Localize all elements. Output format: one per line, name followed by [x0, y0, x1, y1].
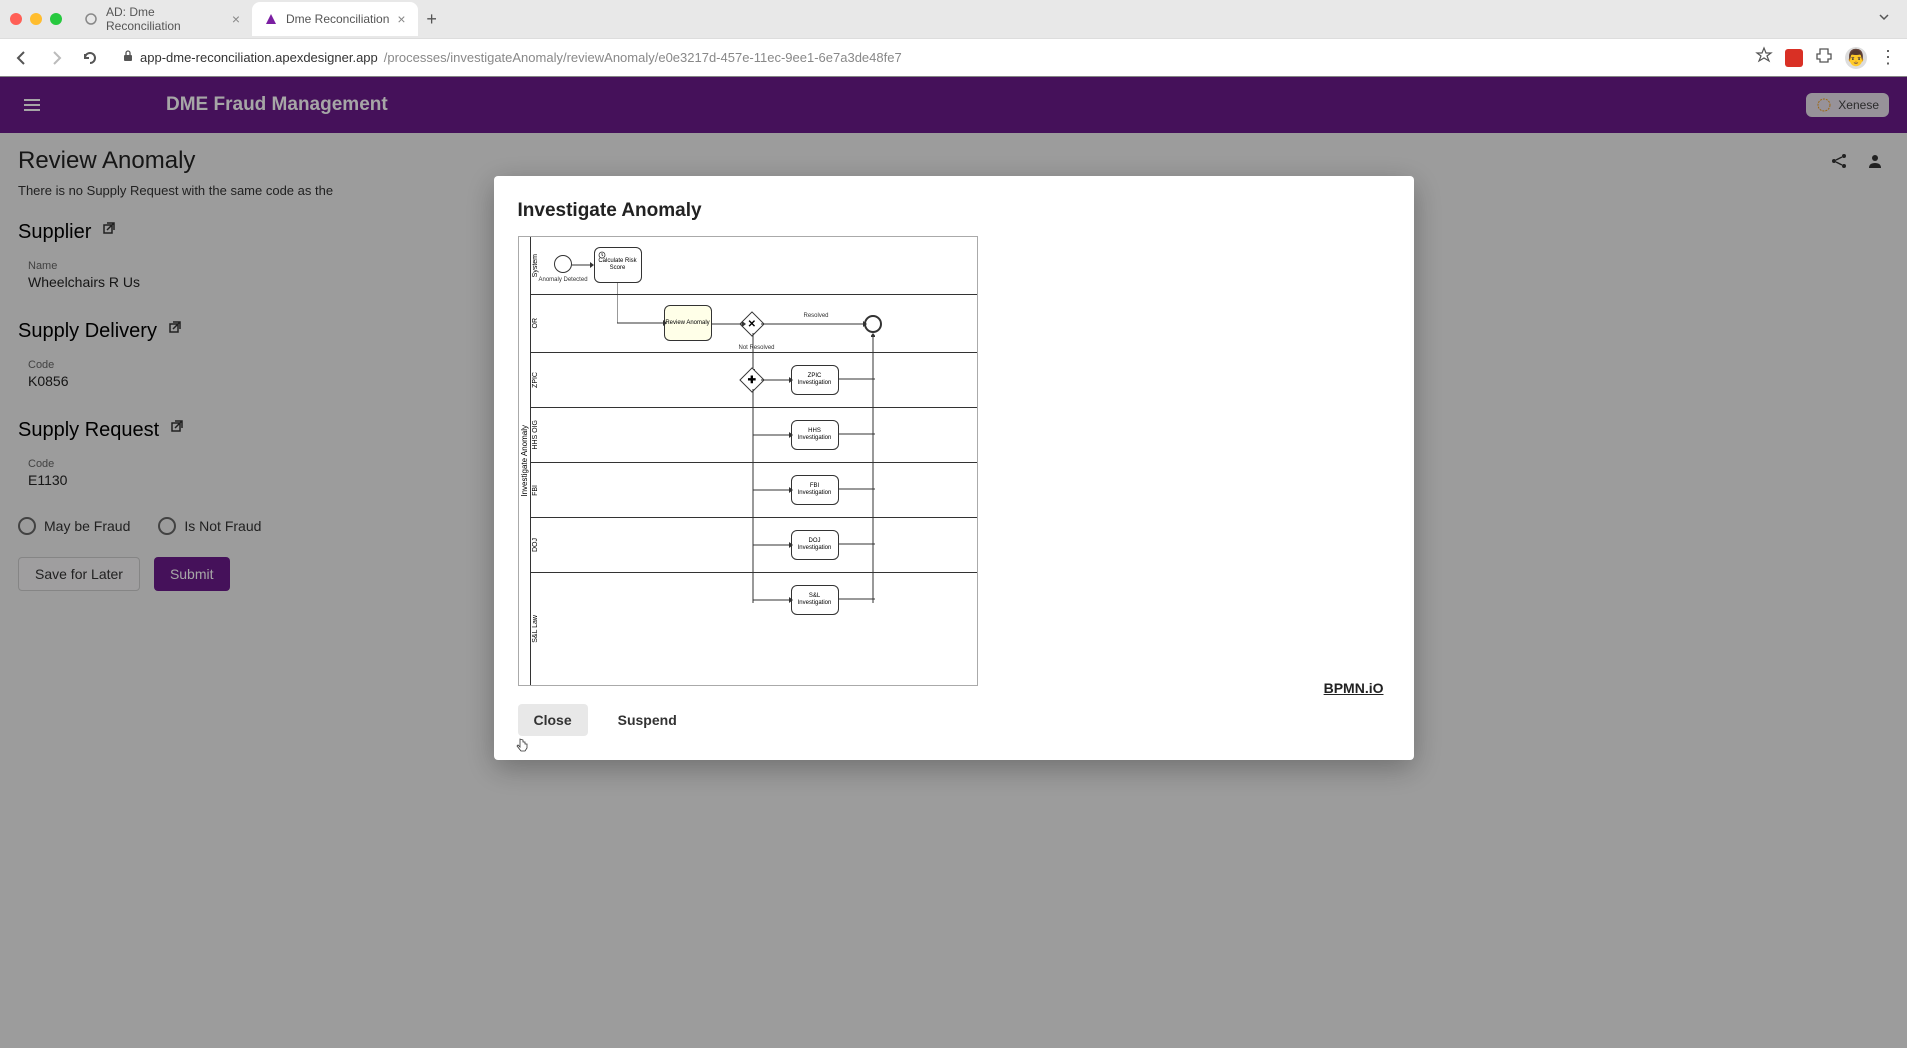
modal-overlay[interactable]: Investigate Anomaly Investigate Anomaly … — [0, 76, 1907, 1048]
not-resolved-label: Not Resolved — [739, 345, 775, 351]
lane-doj: DOJ — [532, 538, 539, 552]
new-tab-button[interactable]: + — [418, 5, 446, 33]
lane-or: OR — [532, 318, 539, 329]
tab-title-1: AD: Dme Reconciliation — [106, 5, 224, 33]
lane-zpic: ZPIC — [532, 372, 539, 388]
task-sl: S&L Investigation — [791, 585, 839, 615]
task-review-anomaly: Review Anomaly — [664, 305, 712, 341]
url-domain: app-dme-reconciliation.apexdesigner.app — [140, 50, 378, 65]
maximize-window-button[interactable] — [50, 13, 62, 25]
start-event-label: Anomaly Detected — [539, 277, 588, 283]
cursor-icon — [514, 737, 530, 756]
bpmn-diagram[interactable]: Investigate Anomaly System OR ZPIC — [518, 236, 978, 686]
task-fbi: FBI Investigation — [791, 475, 839, 505]
pool-label: Investigate Anomaly — [520, 425, 529, 497]
tab-close-1[interactable]: × — [232, 11, 240, 27]
task-hhs: HHS Investigation — [791, 420, 839, 450]
star-icon[interactable] — [1755, 46, 1773, 69]
extension-icon-1[interactable] — [1785, 49, 1803, 67]
lane-fbi: FBI — [532, 485, 539, 496]
start-event — [554, 255, 572, 273]
lane-system: System — [532, 254, 539, 277]
task-calc-risk: Calculate Risk Score — [594, 247, 642, 283]
lock-icon — [122, 50, 134, 65]
extensions-icon[interactable] — [1815, 46, 1833, 69]
menu-kebab-icon[interactable]: ⋮ — [1879, 47, 1897, 68]
close-window-button[interactable] — [10, 13, 22, 25]
lane-sl: S&L Law — [532, 615, 539, 643]
reload-button[interactable] — [78, 46, 102, 70]
tab-favicon-2 — [264, 12, 278, 26]
forward-button[interactable] — [44, 46, 68, 70]
bpmn-io-logo[interactable]: BPMN.iO — [1324, 680, 1384, 696]
tab-favicon-1 — [84, 12, 98, 26]
minimize-window-button[interactable] — [30, 13, 42, 25]
resolved-label: Resolved — [804, 313, 829, 319]
modal-actions: Close Suspend — [518, 704, 1390, 736]
close-button[interactable]: Close — [518, 704, 588, 736]
browser-chrome: AD: Dme Reconciliation × Dme Reconciliat… — [0, 0, 1907, 77]
url-bar[interactable]: app-dme-reconciliation.apexdesigner.app /… — [112, 44, 1745, 72]
lane-hhs: HHS OIG — [532, 420, 539, 450]
task-zpic: ZPIC Investigation — [791, 365, 839, 395]
task-doj: DOJ Investigation — [791, 530, 839, 560]
toolbar-icons: 👨 ⋮ — [1755, 46, 1897, 69]
chevron-down-icon[interactable] — [1877, 10, 1891, 29]
back-button[interactable] — [10, 46, 34, 70]
tab-close-2[interactable]: × — [397, 11, 405, 27]
browser-tab-1[interactable]: AD: Dme Reconciliation × — [72, 2, 252, 36]
traffic-lights — [10, 13, 62, 25]
url-path: /processes/investigateAnomaly/reviewAnom… — [384, 50, 902, 65]
suspend-button[interactable]: Suspend — [602, 704, 693, 736]
tab-bar: AD: Dme Reconciliation × Dme Reconciliat… — [0, 0, 1907, 38]
tab-title-2: Dme Reconciliation — [286, 12, 389, 26]
modal-title: Investigate Anomaly — [518, 200, 1390, 222]
modal: Investigate Anomaly Investigate Anomaly … — [494, 176, 1414, 760]
profile-avatar[interactable]: 👨 — [1845, 47, 1867, 69]
browser-tab-2[interactable]: Dme Reconciliation × — [252, 2, 418, 36]
address-bar: app-dme-reconciliation.apexdesigner.app /… — [0, 38, 1907, 76]
